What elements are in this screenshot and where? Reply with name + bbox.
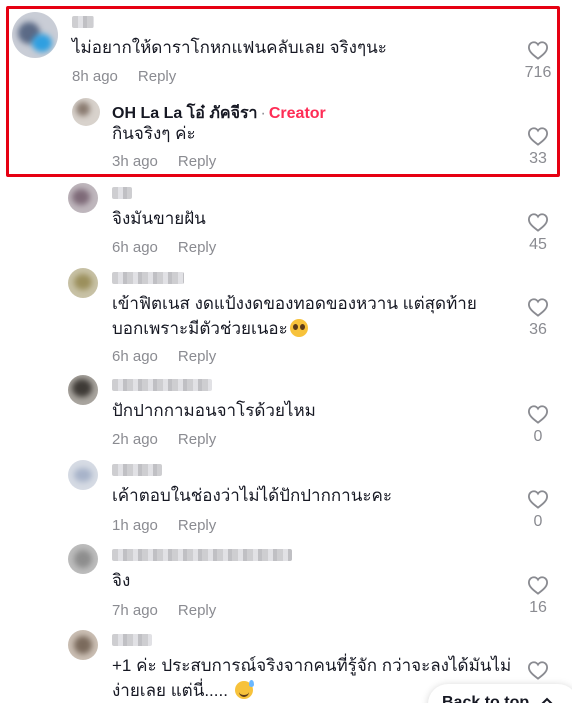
comment-meta: 1h ago Reply xyxy=(112,517,216,534)
reply-button[interactable]: Reply xyxy=(178,431,216,448)
like-button[interactable]: 716 xyxy=(518,40,558,82)
heart-outline-icon xyxy=(527,490,549,509)
reply-button[interactable]: Reply xyxy=(178,348,216,365)
like-button[interactable] xyxy=(518,660,558,680)
comment-time: 2h ago xyxy=(112,431,158,448)
username-blurred[interactable] xyxy=(112,549,292,561)
avatar[interactable] xyxy=(68,630,98,660)
like-count: 716 xyxy=(524,64,552,81)
heart-outline-icon xyxy=(527,127,549,146)
reply-button[interactable]: Reply xyxy=(178,602,216,619)
reply-button[interactable]: Reply xyxy=(178,517,216,534)
comment-text: จิงมันขายฝัน xyxy=(112,209,206,228)
like-count: 45 xyxy=(529,236,547,253)
avatar[interactable] xyxy=(68,544,98,574)
reply-button[interactable]: Reply xyxy=(178,153,216,170)
back-to-top-label: Back to top xyxy=(442,694,530,703)
back-to-top-button[interactable]: Back to top xyxy=(428,684,572,703)
like-button[interactable]: 36 xyxy=(518,297,558,339)
pleading-face-emoji-icon xyxy=(289,319,308,337)
comment-text: จิง xyxy=(112,571,131,590)
like-count: 16 xyxy=(529,599,547,616)
username-blurred[interactable] xyxy=(112,379,212,391)
comment-text-line2: บอกเพราะมีตัวช่วยเนอะ xyxy=(112,317,308,341)
comment-time: 3h ago xyxy=(112,153,158,170)
comment-text: เค้าตอบในช่องว่าไม่ได้ปักปากกานะคะ xyxy=(112,486,392,505)
avatar[interactable] xyxy=(68,375,98,405)
comment-meta: 2h ago Reply xyxy=(112,431,216,448)
like-button[interactable]: 33 xyxy=(518,126,558,168)
comment-time: 6h ago xyxy=(112,239,158,256)
heart-outline-icon xyxy=(527,213,549,232)
like-count: 36 xyxy=(529,321,547,338)
sweat-smile-emoji-icon xyxy=(234,680,254,699)
comment-time: 7h ago xyxy=(112,602,158,619)
comment-time: 6h ago xyxy=(112,348,158,365)
comment-text: กินจริงๆ ค่ะ xyxy=(112,124,196,143)
comment-meta: 6h ago Reply xyxy=(112,348,216,365)
comment-text-cont: ง่ายเลย แต่นี่..... xyxy=(112,681,233,700)
like-button[interactable]: 0 xyxy=(518,404,558,446)
heart-outline-icon xyxy=(527,41,549,60)
heart-outline-icon xyxy=(527,405,549,424)
reply-button[interactable]: Reply xyxy=(178,239,216,256)
avatar[interactable] xyxy=(68,268,98,298)
comment-text: ปักปากกามอนจาโรด้วยไหม xyxy=(112,401,316,420)
comment-meta: 7h ago Reply xyxy=(112,602,216,619)
reply-button[interactable]: Reply xyxy=(138,68,176,85)
comment-text-line2: ง่ายเลย แต่นี่..... xyxy=(112,679,254,703)
username-blurred[interactable] xyxy=(112,187,132,199)
comment-text: ไม่อยากให้ดาราโกหกแฟนคลับเลย จริงๆนะ xyxy=(72,38,387,57)
comment-meta: 8h ago Reply xyxy=(72,68,176,85)
heart-outline-icon xyxy=(527,576,549,595)
chevron-up-icon xyxy=(541,697,552,703)
username-blurred[interactable] xyxy=(112,634,152,646)
avatar[interactable] xyxy=(68,183,98,213)
heart-outline-icon xyxy=(527,661,549,680)
like-button[interactable]: 0 xyxy=(518,489,558,531)
comment-time: 8h ago xyxy=(72,68,118,85)
highlight-box xyxy=(6,6,560,177)
comment-meta: 3h ago Reply xyxy=(112,153,216,170)
comment-text-cont: บอกเพราะมีตัวช่วยเนอะ xyxy=(112,319,288,338)
comment-time: 1h ago xyxy=(112,517,158,534)
heart-outline-icon xyxy=(527,298,549,317)
like-count: 0 xyxy=(533,513,543,530)
comment-text: +1 ค่ะ ประสบการณ์จริงจากคนที่รู้จัก กว่า… xyxy=(112,656,512,675)
creator-badge: Creator xyxy=(268,105,326,122)
like-button[interactable]: 45 xyxy=(518,212,558,254)
avatar[interactable] xyxy=(68,460,98,490)
like-button[interactable]: 16 xyxy=(518,575,558,617)
like-count: 33 xyxy=(529,150,547,167)
username-blurred[interactable] xyxy=(72,16,94,28)
username-blurred[interactable] xyxy=(112,464,162,476)
separator-dot: · xyxy=(260,105,266,122)
avatar[interactable] xyxy=(12,12,58,58)
creator-avatar[interactable] xyxy=(72,98,100,126)
like-count: 0 xyxy=(533,428,543,445)
author-name[interactable]: OH La La โอ๋ ภัคจีรา xyxy=(112,105,258,122)
comment-meta: 6h ago Reply xyxy=(112,239,216,256)
username-blurred[interactable] xyxy=(112,272,184,284)
comment-text: เข้าฟิตเนส งดแป้งงดของทอดของหวาน แต่สุดท… xyxy=(112,294,477,313)
